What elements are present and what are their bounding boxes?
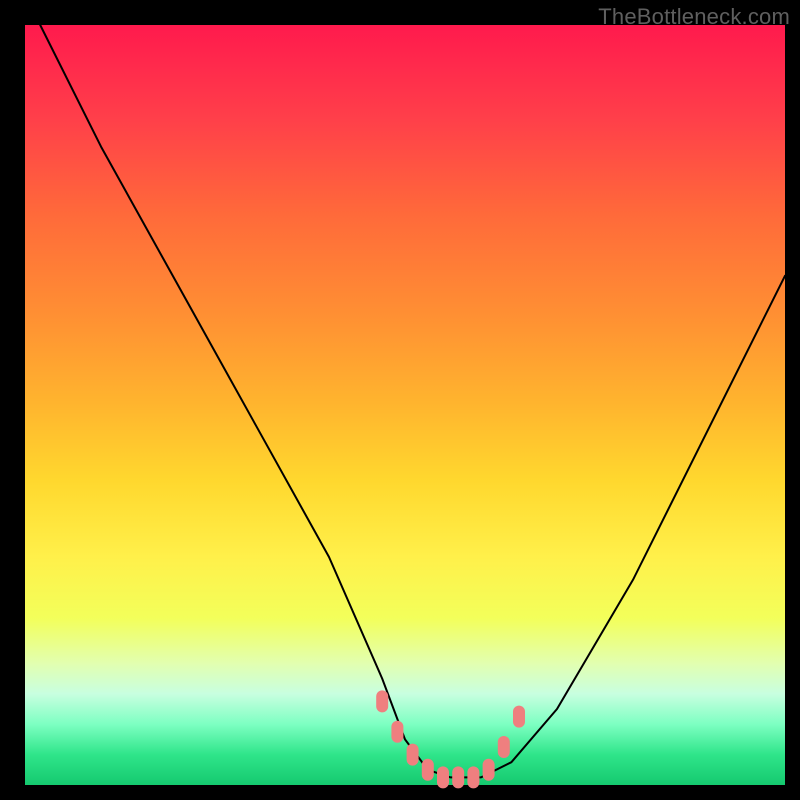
- trough-marker: [376, 690, 388, 712]
- trough-marker: [452, 766, 464, 788]
- trough-marker: [513, 706, 525, 728]
- trough-marker: [498, 736, 510, 758]
- chart-svg: [25, 25, 785, 785]
- trough-marker: [467, 766, 479, 788]
- bottleneck-curve: [40, 25, 785, 777]
- trough-marker: [391, 721, 403, 743]
- trough-marker: [437, 766, 449, 788]
- trough-marker: [422, 759, 434, 781]
- marker-group: [376, 690, 525, 788]
- chart-plot-area: [25, 25, 785, 785]
- trough-marker: [407, 744, 419, 766]
- trough-marker: [483, 759, 495, 781]
- curve-group: [40, 25, 785, 777]
- chart-frame: TheBottleneck.com: [0, 0, 800, 800]
- watermark-text: TheBottleneck.com: [598, 4, 790, 30]
